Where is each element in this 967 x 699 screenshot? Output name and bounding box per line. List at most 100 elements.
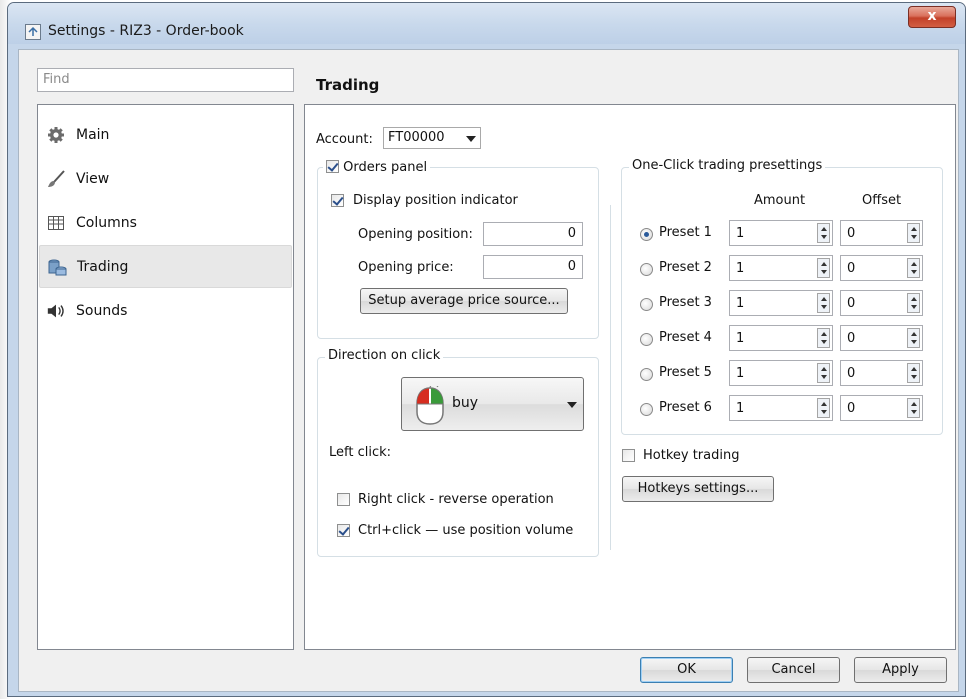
offset-stepper[interactable]: 0 xyxy=(840,395,923,421)
settings-nav-list: Main View Columns Trading Sounds xyxy=(37,104,294,650)
offset-value: 0 xyxy=(847,296,856,311)
offset-stepper[interactable]: 0 xyxy=(840,325,923,351)
apply-button[interactable]: Apply xyxy=(854,657,947,683)
amount-stepper[interactable]: 1 xyxy=(729,395,833,421)
coin-stack-icon xyxy=(47,257,67,277)
preset-4-radio[interactable] xyxy=(640,333,653,346)
stepper-arrows-icon[interactable] xyxy=(907,293,920,313)
amount-value: 1 xyxy=(736,296,745,311)
amount-stepper[interactable]: 1 xyxy=(729,290,833,316)
stepper-arrows-icon[interactable] xyxy=(907,363,920,383)
stepper-arrows-icon[interactable] xyxy=(907,398,920,418)
orders-panel-checkbox[interactable] xyxy=(326,160,339,173)
left-click-value: buy xyxy=(452,395,479,411)
sidebar-item-label: Sounds xyxy=(76,302,128,319)
settings-dialog: Settings - RIZ3 - Order-book x Find Main… xyxy=(7,2,966,697)
window-title: Settings - RIZ3 - Order-book xyxy=(48,23,244,39)
setup-average-price-button[interactable]: Setup average price source... xyxy=(360,288,568,314)
opening-position-field[interactable]: 0 xyxy=(483,222,583,246)
preset-5-radio[interactable] xyxy=(640,368,653,381)
close-button[interactable]: x xyxy=(908,6,956,28)
sidebar-item-label: Trading xyxy=(77,258,129,275)
account-select[interactable]: FT00000 xyxy=(383,127,481,149)
sidebar-item-label: View xyxy=(76,170,110,187)
amount-header: Amount xyxy=(754,193,806,208)
app-icon xyxy=(25,24,41,40)
stepper-arrows-icon[interactable] xyxy=(907,328,920,348)
brush-icon xyxy=(46,169,66,189)
direction-on-click-title: Direction on click xyxy=(325,348,444,363)
amount-stepper[interactable]: 1 xyxy=(729,360,833,386)
stepper-arrows-icon[interactable] xyxy=(907,223,920,243)
page-title: Trading xyxy=(316,76,380,94)
sidebar-item-sounds[interactable]: Sounds xyxy=(39,289,292,332)
offset-value: 0 xyxy=(847,261,856,276)
sidebar-item-view[interactable]: View xyxy=(39,157,292,200)
preset-label: Preset 2 xyxy=(659,260,712,275)
amount-value: 1 xyxy=(736,331,745,346)
opening-price-label: Opening price: xyxy=(358,260,454,275)
preset-label: Preset 3 xyxy=(659,295,712,310)
account-value: FT00000 xyxy=(388,130,445,145)
stepper-arrows-icon[interactable] xyxy=(817,258,830,278)
stepper-arrows-icon[interactable] xyxy=(817,398,830,418)
speaker-icon xyxy=(46,301,66,321)
preset-2-radio[interactable] xyxy=(640,263,653,276)
left-click-select[interactable]: buy xyxy=(401,377,584,431)
amount-stepper[interactable]: 1 xyxy=(729,220,833,246)
preset-6-radio[interactable] xyxy=(640,403,653,416)
stepper-arrows-icon[interactable] xyxy=(817,293,830,313)
column-divider xyxy=(610,205,611,550)
ctrl-click-volume-checkbox[interactable] xyxy=(337,524,350,537)
amount-value: 1 xyxy=(736,401,745,416)
left-click-label: Left click: xyxy=(329,445,392,460)
offset-value: 0 xyxy=(847,331,856,346)
hotkeys-settings-button[interactable]: Hotkeys settings... xyxy=(622,476,774,502)
dialog-client-area: Find Main View Columns Trading Sounds Tr… xyxy=(18,49,959,692)
title-bar[interactable]: Settings - RIZ3 - Order-book x xyxy=(8,3,965,44)
offset-value: 0 xyxy=(847,366,856,381)
amount-stepper[interactable]: 1 xyxy=(729,255,833,281)
right-click-reverse-checkbox[interactable] xyxy=(337,493,350,506)
hotkey-trading-label: Hotkey trading xyxy=(643,448,740,463)
stepper-arrows-icon[interactable] xyxy=(907,258,920,278)
offset-stepper[interactable]: 0 xyxy=(840,360,923,386)
display-indicator-label: Display position indicator xyxy=(353,193,518,208)
preset-3-radio[interactable] xyxy=(640,298,653,311)
ctrl-click-volume-label: Ctrl+click — use position volume xyxy=(358,523,574,538)
opening-price-field[interactable]: 0 xyxy=(483,255,583,279)
sidebar-item-label: Main xyxy=(76,126,110,143)
preset-label: Preset 5 xyxy=(659,365,712,380)
stepper-arrows-icon[interactable] xyxy=(817,363,830,383)
orders-panel-title: Orders panel xyxy=(343,160,428,175)
orders-panel-header: Orders panel xyxy=(323,158,431,175)
hotkey-trading-checkbox[interactable] xyxy=(622,449,635,462)
close-icon: x xyxy=(927,8,937,24)
amount-value: 1 xyxy=(736,261,745,276)
mouse-icon xyxy=(412,384,448,430)
offset-value: 0 xyxy=(847,401,856,416)
stepper-arrows-icon[interactable] xyxy=(817,223,830,243)
amount-stepper[interactable]: 1 xyxy=(729,325,833,351)
table-columns-icon xyxy=(46,213,66,233)
sidebar-item-trading[interactable]: Trading xyxy=(39,245,292,288)
preset-label: Preset 1 xyxy=(659,225,712,240)
stepper-arrows-icon[interactable] xyxy=(817,328,830,348)
preset-1-radio[interactable] xyxy=(640,228,653,241)
sidebar-item-columns[interactable]: Columns xyxy=(39,201,292,244)
preset-label: Preset 4 xyxy=(659,330,712,345)
gear-icon xyxy=(46,125,66,145)
chevron-down-icon xyxy=(567,402,577,408)
offset-stepper[interactable]: 0 xyxy=(840,220,923,246)
amount-value: 1 xyxy=(736,366,745,381)
sidebar-item-main[interactable]: Main xyxy=(39,113,292,156)
right-click-reverse-label: Right click - reverse operation xyxy=(358,492,554,507)
search-input[interactable]: Find xyxy=(37,68,294,92)
chevron-down-icon xyxy=(466,136,476,142)
display-indicator-checkbox[interactable] xyxy=(331,194,344,207)
offset-header: Offset xyxy=(862,193,902,208)
ok-button[interactable]: OK xyxy=(640,657,733,683)
offset-stepper[interactable]: 0 xyxy=(840,255,923,281)
offset-stepper[interactable]: 0 xyxy=(840,290,923,316)
cancel-button[interactable]: Cancel xyxy=(747,657,840,683)
